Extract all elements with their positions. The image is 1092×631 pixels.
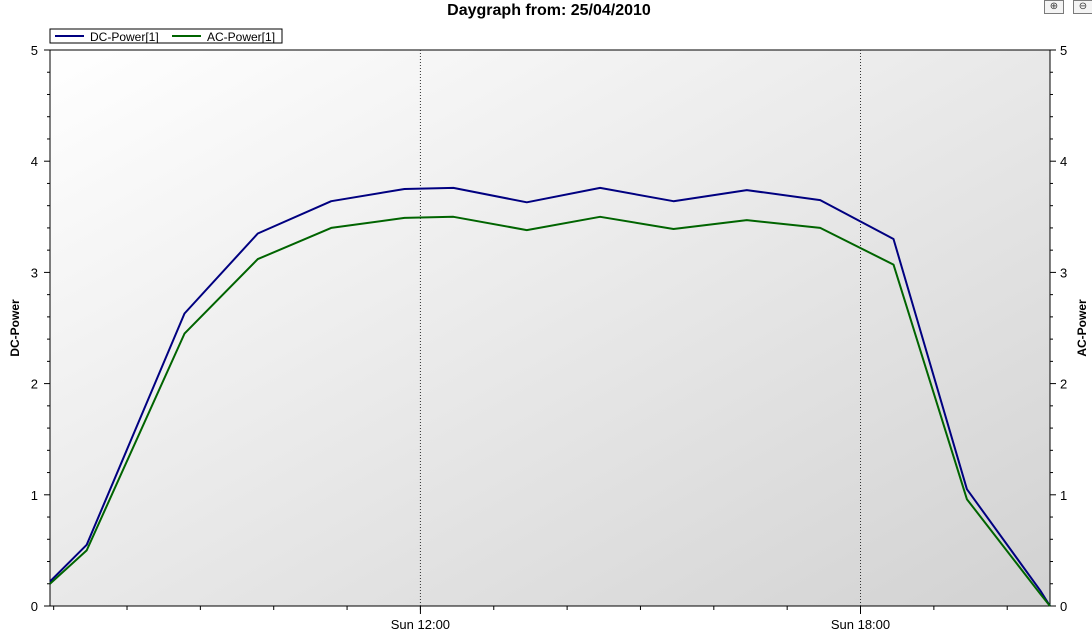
y-tick-label: 2	[31, 377, 38, 392]
y2-tick-label: 3	[1060, 265, 1067, 280]
chart: Daygraph from: 25/04/2010 Sun 12:00 Sun 1…	[8, 2, 1089, 631]
y-tick-label: 5	[31, 43, 38, 58]
y-tick-label: 1	[31, 488, 38, 503]
y2-tick-label: 2	[1060, 377, 1067, 392]
y2-tick-label: 0	[1060, 599, 1067, 614]
y2-axis-title: AC-Power	[1075, 299, 1089, 357]
x-tick-label: Sun 12:00	[391, 617, 450, 631]
x-tick-label: Sun 18:00	[831, 617, 890, 631]
y-tick-label: 3	[31, 265, 38, 280]
legend-label-ac: AC-Power[1]	[207, 30, 275, 44]
y-tick-label: 4	[31, 154, 38, 169]
legend-label-dc: DC-Power[1]	[90, 30, 159, 44]
y2-tick-label: 4	[1060, 154, 1067, 169]
y-tick-label: 0	[31, 599, 38, 614]
chart-title: Daygraph from: 25/04/2010	[447, 2, 651, 19]
y2-tick-label: 1	[1060, 488, 1067, 503]
zoom-in-icon: ⊕	[1049, 1, 1059, 12]
zoom-out-icon: ⊖	[1078, 1, 1088, 12]
plot-area	[49, 49, 1051, 607]
legend: DC-Power[1] AC-Power[1]	[49, 28, 283, 44]
y-axis-title: DC-Power	[8, 299, 22, 357]
zoom-in-button[interactable]: ⊕	[1044, 0, 1064, 14]
zoom-out-button[interactable]: ⊖	[1073, 0, 1092, 14]
y2-tick-label: 5	[1060, 43, 1067, 58]
